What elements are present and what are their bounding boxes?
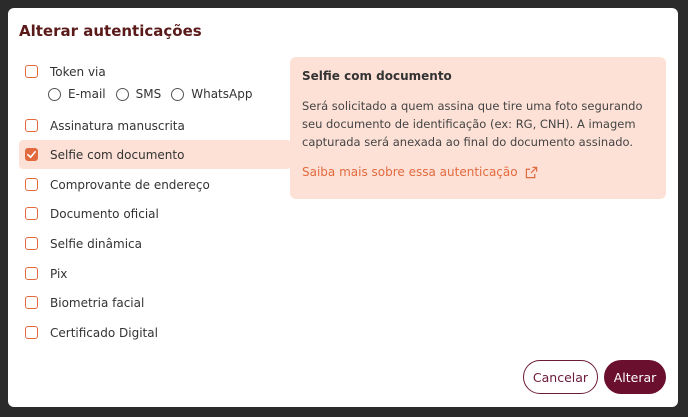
checkbox[interactable]	[25, 267, 38, 280]
radio-circle[interactable]	[171, 87, 185, 101]
radio-sms[interactable]: SMS	[115, 87, 162, 101]
info-panel-title: Selfie com documento	[302, 69, 452, 83]
option-selfie-com-documento[interactable]: Selfie com documento	[19, 140, 291, 169]
info-panel: Selfie com documento Será solicitado a q…	[290, 57, 666, 199]
option-documento-oficial[interactable]: Documento oficial	[19, 199, 291, 228]
option-selfie-dinamica[interactable]: Selfie dinâmica	[19, 229, 291, 258]
option-label: Biometria facial	[50, 295, 145, 310]
option-assinatura-manuscrita[interactable]: Assinatura manuscrita	[19, 111, 291, 140]
option-label: Comprovante de endereço	[50, 177, 210, 192]
radio-circle[interactable]	[115, 87, 129, 101]
learn-more-label: Saiba mais sobre essa autenticação	[302, 165, 518, 179]
checkbox[interactable]	[25, 237, 38, 250]
option-biometria-facial[interactable]: Biometria facial	[19, 288, 291, 317]
radio-whatsapp[interactable]: WhatsApp	[171, 87, 252, 101]
radio-label: E-mail	[68, 87, 106, 101]
radio-circle[interactable]	[48, 87, 61, 101]
option-certificado-digital[interactable]: Certificado Digital	[19, 318, 291, 347]
cancel-button[interactable]: Cancelar	[523, 360, 598, 394]
checkbox[interactable]	[25, 296, 38, 309]
checkbox[interactable]	[25, 178, 38, 191]
checkbox[interactable]	[25, 119, 38, 132]
option-label: Assinatura manuscrita	[50, 118, 185, 133]
checkbox[interactable]	[25, 65, 38, 78]
radio-label: WhatsApp	[191, 87, 253, 101]
external-link-icon	[525, 166, 537, 178]
option-label: Certificado Digital	[50, 325, 158, 340]
info-panel-text: Será solicitado a quem assina que tire u…	[302, 99, 643, 149]
checkbox[interactable]	[25, 326, 38, 339]
token-channel-group: E-mail SMS WhatsApp	[48, 87, 262, 101]
option-pix[interactable]: Pix	[19, 259, 291, 288]
dialog: Alterar autenticações Token via E-mail S…	[8, 8, 678, 407]
radio-label: SMS	[135, 87, 162, 101]
checkbox[interactable]	[25, 207, 38, 220]
option-label: Token via	[50, 64, 106, 79]
radio-email[interactable]: E-mail	[48, 87, 106, 101]
option-label: Selfie com documento	[50, 147, 185, 162]
checkbox-checked[interactable]	[25, 148, 38, 161]
learn-more-link[interactable]: Saiba mais sobre essa autenticação	[302, 165, 654, 179]
option-comprovante-endereco[interactable]: Comprovante de endereço	[19, 170, 291, 199]
option-token-via[interactable]: Token via	[19, 57, 291, 86]
confirm-button[interactable]: Alterar	[604, 360, 666, 394]
option-label: Documento oficial	[50, 206, 159, 221]
option-label: Pix	[50, 266, 68, 281]
option-label: Selfie dinâmica	[50, 236, 142, 251]
dialog-title: Alterar autenticações	[19, 22, 202, 40]
checkmark-icon	[27, 150, 36, 159]
